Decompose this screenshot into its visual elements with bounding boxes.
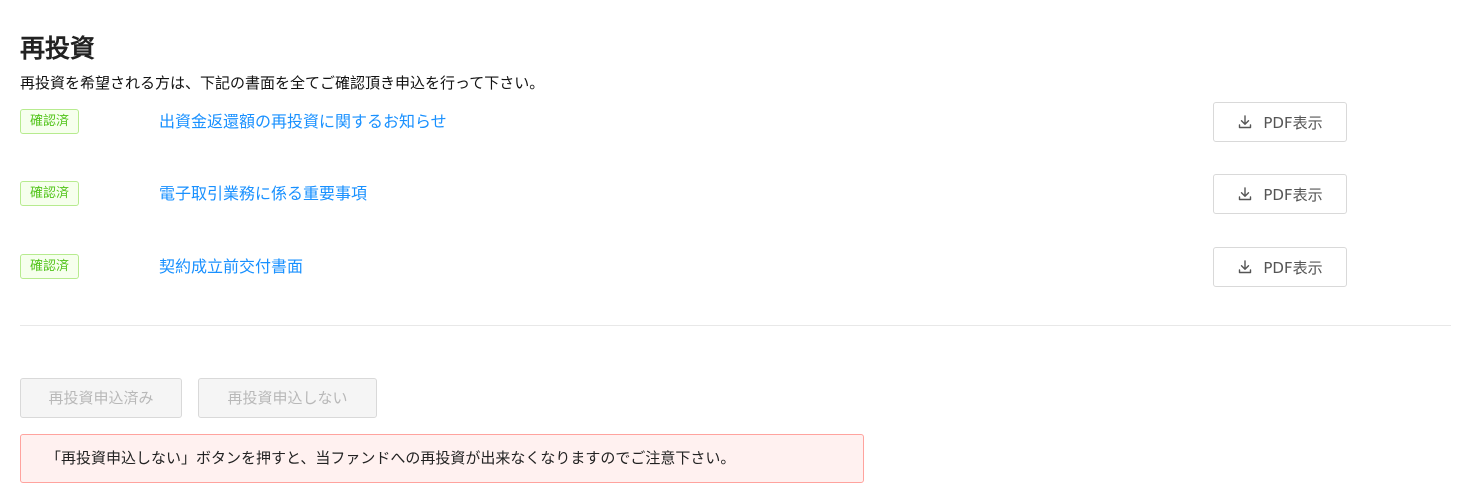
document-row: 確認済 出資金返還額の再投資に関するお知らせ PDF表示 xyxy=(20,102,1347,142)
status-badge: 確認済 xyxy=(20,254,80,279)
decline-reinvest-button[interactable]: 再投資申込しない xyxy=(198,378,377,418)
pdf-view-button[interactable]: PDF表示 xyxy=(1213,102,1347,142)
page-title: 再投資 xyxy=(20,33,96,63)
pdf-button-label: PDF表示 xyxy=(1263,185,1323,204)
download-icon xyxy=(1239,260,1252,274)
warning-alert: 「再投資申込しない」ボタンを押すと、当ファンドへの再投資が出来なくなりますのでご… xyxy=(20,434,864,483)
download-icon xyxy=(1239,115,1252,129)
divider xyxy=(20,325,1451,326)
status-badge: 確認済 xyxy=(20,109,80,134)
pdf-view-button[interactable]: PDF表示 xyxy=(1213,247,1347,287)
download-icon xyxy=(1239,187,1252,201)
document-row: 確認済 電子取引業務に係る重要事項 PDF表示 xyxy=(20,174,1347,214)
status-badge: 確認済 xyxy=(20,181,80,206)
page-description: 再投資を希望される方は、下記の書面を全てご確認頂き申込を行って下さい。 xyxy=(20,74,545,92)
reinvest-applied-button[interactable]: 再投資申込済み xyxy=(20,378,182,418)
pdf-button-label: PDF表示 xyxy=(1263,258,1323,277)
document-link[interactable]: 電子取引業務に係る重要事項 xyxy=(159,182,367,206)
document-link[interactable]: 契約成立前交付書面 xyxy=(159,255,303,279)
pdf-view-button[interactable]: PDF表示 xyxy=(1213,174,1347,214)
document-row: 確認済 契約成立前交付書面 PDF表示 xyxy=(20,247,1347,287)
document-link[interactable]: 出資金返還額の再投資に関するお知らせ xyxy=(159,110,447,134)
pdf-button-label: PDF表示 xyxy=(1263,113,1323,132)
